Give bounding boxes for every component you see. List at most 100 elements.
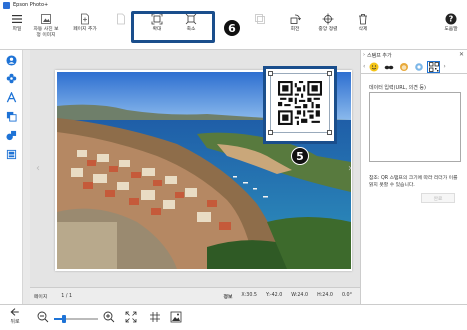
file-button[interactable]: 파일 — [2, 13, 32, 47]
back-arrow-icon — [10, 308, 19, 316]
tab-glasses[interactable] — [382, 61, 395, 73]
qr-code-icon — [278, 81, 322, 125]
file-label: 파일 — [12, 27, 22, 32]
image-correct-icon — [41, 14, 51, 24]
page-label: 페이지 — [34, 294, 48, 300]
resize-handle-top-left[interactable] — [268, 71, 273, 76]
bottom-bar: 뒤로 — [0, 304, 467, 330]
svg-text:?: ? — [449, 15, 454, 24]
trash-icon — [359, 14, 367, 25]
add-page-button[interactable]: 페이지 추가 — [70, 13, 100, 47]
sidebar-person-tool[interactable] — [5, 54, 18, 67]
zoom-out-icon — [37, 311, 49, 323]
sunglasses-icon — [384, 65, 394, 69]
app-logo-icon — [3, 1, 10, 9]
next-page-arrow-icon[interactable]: › — [348, 163, 352, 174]
info-angle: 0.0° — [341, 292, 352, 298]
auto-correct-label: 자동 사진 보정 이미지 — [33, 27, 59, 38]
character-icon — [399, 62, 408, 71]
prev-page-arrow-icon[interactable]: ‹ — [36, 163, 40, 174]
toolbar-highlight-box — [131, 11, 215, 43]
data-input-field[interactable] — [369, 92, 461, 162]
title-bar: Epson Photo+ — [0, 0, 467, 10]
resize-handle-bottom-right[interactable] — [327, 130, 332, 135]
sidebar-text-tool[interactable] — [5, 91, 18, 104]
rotate-icon — [290, 14, 301, 24]
qr-stamp-frame[interactable] — [268, 71, 332, 135]
help-icon: ? — [445, 13, 457, 25]
panel-header: › 스탬프 추가 ✕ — [361, 50, 467, 60]
qr-tab-icon — [429, 61, 439, 72]
decoration-icon — [415, 62, 423, 71]
hamburger-menu-icon — [12, 15, 22, 23]
sidebar-frame-tool[interactable] — [5, 110, 18, 123]
callout-badge-6: 6 — [223, 19, 241, 37]
qr-size-note: 참조: QR 스탬프의 크기에 따라 리더가 이를 읽지 못할 수 있습니다. — [369, 176, 458, 188]
grid-toggle-button[interactable] — [149, 311, 161, 323]
resize-handle-top-right[interactable] — [327, 71, 332, 76]
page-icon — [117, 13, 125, 25]
page-counter: 1 / 1 — [61, 293, 73, 299]
tab-qr-code[interactable] — [427, 60, 441, 73]
grid-icon — [150, 312, 160, 322]
info-y: Y:-42.0 — [265, 292, 283, 298]
done-button[interactable]: 완료 — [421, 193, 455, 203]
sidebar-shapes-tool[interactable] — [5, 129, 18, 142]
stamp-panel: › 스탬프 추가 ✕ ‹ › 데이터 입력(URL, 의견 등) 참조: QR … — [360, 50, 467, 304]
left-sidebar — [0, 50, 23, 305]
data-input-label: 데이터 입력(URL, 의견 등) — [369, 85, 426, 91]
info-x: X:30.5 — [241, 292, 257, 298]
center-align-button[interactable]: 중앙 정렬 — [313, 13, 343, 47]
image-preview-icon — [170, 311, 182, 323]
zoom-out-button[interactable] — [37, 311, 49, 323]
add-page-icon — [81, 13, 89, 25]
help-label: 도움말 — [444, 27, 458, 32]
delete-label: 삭제 — [358, 27, 368, 32]
tab-emoji[interactable] — [367, 61, 380, 73]
flower-stamp-icon — [6, 73, 17, 84]
tab-character[interactable] — [397, 61, 410, 73]
smiley-icon — [369, 62, 379, 71]
center-align-icon — [322, 13, 334, 25]
shapes-icon — [6, 130, 17, 141]
add-page-label: 페이지 추가 — [73, 27, 97, 32]
zoom-in-icon — [103, 311, 115, 323]
auto-correct-button[interactable]: 자동 사진 보정 이미지 — [32, 13, 60, 47]
collapse-chevron-icon[interactable]: › — [363, 52, 365, 58]
person-icon — [6, 55, 17, 66]
center-align-label: 중앙 정렬 — [318, 27, 338, 32]
tabs-next-icon[interactable]: › — [443, 63, 445, 70]
text-icon — [6, 92, 17, 103]
window-title: Epson Photo+ — [13, 2, 49, 8]
sidebar-layout-tool[interactable] — [5, 148, 18, 161]
panel-title: 스탬프 추가 — [367, 52, 392, 59]
help-button[interactable]: ? 도움말 — [436, 13, 466, 47]
zoom-slider[interactable] — [54, 315, 98, 323]
fit-to-screen-button[interactable] — [125, 311, 137, 323]
rotate-button[interactable]: 회전 — [280, 13, 310, 47]
resize-handle-bottom-left[interactable] — [268, 130, 273, 135]
status-bar: 페이지 1 / 1 정보 X:30.5 Y:-42.0 W:24.0 H:24.… — [30, 287, 360, 304]
stamp-category-tabs: ‹ › — [361, 60, 467, 74]
close-icon[interactable]: ✕ — [459, 51, 464, 58]
info-label: 정보 — [223, 294, 233, 300]
back-label: 뒤로 — [10, 319, 20, 325]
back-button[interactable]: 뒤로 — [4, 307, 26, 329]
callout-badge-5: 5 — [291, 147, 309, 165]
tabs-prev-icon[interactable]: ‹ — [363, 63, 365, 70]
rotate-label: 회전 — [290, 27, 300, 32]
object-info: 정보 X:30.5 Y:-42.0 W:24.0 H:24.0 0.0° — [224, 293, 352, 300]
delete-button[interactable]: 삭제 — [348, 13, 378, 47]
layout-icon — [6, 149, 17, 160]
tab-decoration[interactable] — [412, 61, 425, 73]
info-w: W:24.0 — [291, 292, 309, 298]
zoom-slider-thumb[interactable] — [62, 315, 66, 323]
frame-icon — [6, 111, 17, 122]
preview-button[interactable] — [170, 311, 182, 323]
info-h: H:24.0 — [317, 292, 333, 298]
disabled-duplicate-button[interactable] — [245, 13, 275, 47]
sidebar-stamp-tool[interactable] — [5, 72, 18, 85]
duplicate-icon — [255, 14, 265, 24]
zoom-in-button[interactable] — [103, 311, 115, 323]
fit-screen-icon — [125, 311, 137, 323]
